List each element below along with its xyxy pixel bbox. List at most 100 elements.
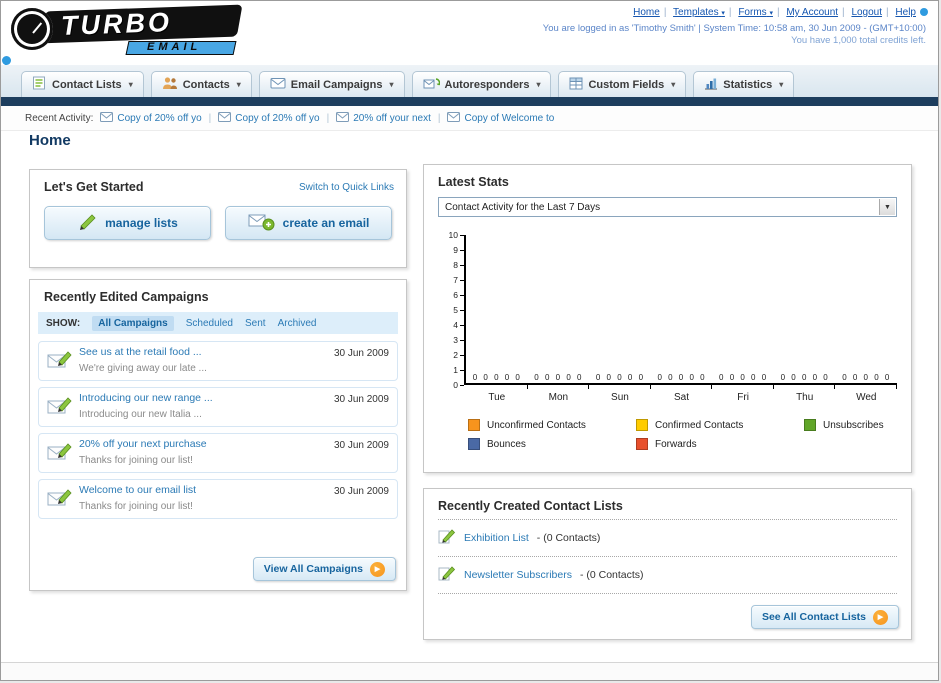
- autoresponders-icon: [423, 77, 440, 93]
- create-email-button[interactable]: create an email: [225, 206, 392, 240]
- view-all-campaigns-button[interactable]: View All Campaigns ▶: [252, 557, 396, 581]
- contact-list-item[interactable]: Newsletter Subscribers - (0 Contacts): [438, 557, 897, 594]
- recent-activity-link[interactable]: Copy of 20% off yo: [117, 113, 201, 124]
- chart-bar-group: 0 0 0 0 0: [466, 235, 528, 383]
- nav-link-my-account[interactable]: My Account: [786, 7, 838, 18]
- campaign-edit-icon: [47, 440, 79, 467]
- campaign-list: See us at the retail food ... We're givi…: [38, 341, 398, 519]
- chart-y-tick: 9: [453, 245, 464, 255]
- nav-link-forms[interactable]: Forms ▾: [738, 7, 773, 18]
- stats-period-select[interactable]: Contact Activity for the Last 7 Days ▼: [438, 197, 897, 217]
- chevron-down-icon: ▾: [769, 10, 773, 17]
- chart-x-ticks: [466, 385, 898, 389]
- chart-x-label: Wed: [856, 392, 877, 403]
- filter-archived[interactable]: Archived: [278, 318, 317, 329]
- chart-y-tick: 2: [453, 350, 464, 360]
- campaign-list-item[interactable]: See us at the retail food ... We're givi…: [38, 341, 398, 381]
- contact-list-item[interactable]: Exhibition List - (0 Contacts): [438, 520, 897, 557]
- chart-bar-group: 0 0 0 0 0: [712, 235, 774, 383]
- chart-x-labels: Tue Mon Sun Sat Fri Thu Wed: [466, 392, 897, 403]
- chevron-down-icon: ▼: [879, 199, 895, 215]
- chart-y-tick: 1: [453, 365, 464, 375]
- tab-label: Email Campaigns: [290, 78, 383, 91]
- tab-label: Contacts: [182, 78, 230, 91]
- recent-activity-item[interactable]: Copy of 20% off yo: [218, 111, 320, 125]
- campaign-edit-icon: [47, 394, 79, 421]
- recent-activity-link[interactable]: Copy of Welcome to: [464, 113, 554, 124]
- filter-all-campaigns[interactable]: All Campaigns: [92, 315, 174, 331]
- manage-lists-button[interactable]: manage lists: [44, 206, 211, 240]
- chart-x-label: Sun: [611, 392, 629, 403]
- chart-x-label: Mon: [548, 392, 569, 403]
- header: TURBO EMAIL Home | Templates ▾ | Forms ▾ | …: [1, 1, 938, 108]
- contact-lists-panel: Recently Created Contact Lists Exhibitio…: [423, 488, 912, 640]
- legend-item: Unsubscribes: [804, 419, 897, 431]
- nav-link-templates[interactable]: Templates ▾: [673, 7, 725, 18]
- chart-x-label: Tue: [488, 392, 506, 403]
- arrow-icon: ▶: [370, 561, 385, 577]
- chart-y-tick: 7: [453, 275, 464, 285]
- tab-contact-lists[interactable]: Contact Lists ▾: [21, 71, 144, 97]
- switch-quick-links-link[interactable]: Switch to Quick Links: [299, 182, 394, 193]
- tab-label: Statistics: [723, 78, 773, 91]
- chevron-down-icon: ▾: [721, 10, 725, 17]
- tab-statistics[interactable]: Statistics ▾: [693, 71, 795, 97]
- chart-x-label: Sat: [674, 392, 690, 403]
- login-status: You are logged in as 'Timothy Smith' | S…: [542, 23, 926, 34]
- credits-status: You have 1,000 total credits left.: [791, 35, 926, 46]
- chart-y-tick: 5: [453, 305, 464, 315]
- recent-activity-item[interactable]: Copy of 20% off yo: [100, 111, 202, 125]
- envelope-icon: [218, 111, 232, 125]
- nav-link-home[interactable]: Home: [633, 7, 660, 18]
- campaign-list-item[interactable]: 20% off your next purchase Thanks for jo…: [38, 433, 398, 473]
- campaign-title-link[interactable]: Introducing our new range ...: [79, 392, 334, 404]
- campaign-subtitle: Thanks for joining our list!: [79, 501, 193, 512]
- tab-label: Autoresponders: [444, 78, 530, 91]
- campaigns-title: Recently Edited Campaigns: [44, 290, 209, 304]
- chevron-down-icon: ▾: [536, 80, 541, 89]
- chart-y-tick: 10: [449, 230, 464, 240]
- envelope-icon: [447, 111, 461, 125]
- chart-x-tick: [466, 385, 528, 389]
- recent-activity-item[interactable]: Copy of Welcome to: [447, 111, 554, 125]
- recent-activity-link[interactable]: Copy of 20% off yo: [235, 113, 319, 124]
- chart-value-labels: 0 0 0 0 0: [780, 373, 829, 382]
- contacts-icon: [162, 76, 178, 93]
- tab-custom-fields[interactable]: Custom Fields ▾: [558, 71, 687, 97]
- chart-value-labels: 0 0 0 0 0: [657, 373, 706, 382]
- recent-activity-link[interactable]: 20% off your next: [353, 113, 431, 124]
- campaign-list-item[interactable]: Introducing our new range ... Introducin…: [38, 387, 398, 427]
- see-all-contact-lists-button[interactable]: See All Contact Lists ▶: [750, 605, 899, 629]
- nav-link-help[interactable]: Help: [895, 7, 916, 18]
- campaign-title-link[interactable]: See us at the retail food ...: [79, 346, 334, 358]
- legend-item: Bounces: [468, 438, 636, 450]
- contact-list-detail: - (0 Contacts): [579, 568, 644, 581]
- contact-list-link[interactable]: Newsletter Subscribers: [464, 569, 572, 581]
- campaign-title-link[interactable]: Welcome to our email list: [79, 484, 334, 496]
- contact-list-link[interactable]: Exhibition List: [464, 532, 529, 544]
- app-window: TURBO EMAIL Home | Templates ▾ | Forms ▾ | …: [0, 0, 939, 681]
- tab-autoresponders[interactable]: Autoresponders ▾: [411, 71, 552, 97]
- logo-subtitle: EMAIL: [147, 41, 202, 53]
- chevron-down-icon: ▾: [389, 80, 394, 89]
- envelope-icon: [336, 111, 350, 125]
- page-footer: [1, 662, 938, 680]
- campaign-title-link[interactable]: 20% off your next purchase: [79, 438, 334, 450]
- legend-swatch: [636, 438, 648, 450]
- campaign-subtitle: Introducing our new Italia ...: [79, 409, 202, 420]
- chevron-down-icon: ▾: [128, 80, 133, 89]
- chart-x-tick: [651, 385, 713, 389]
- tab-contacts[interactable]: Contacts ▾: [150, 71, 252, 97]
- filter-scheduled[interactable]: Scheduled: [186, 318, 233, 329]
- chart-legend: Unconfirmed Contacts Confirmed Contacts Un…: [468, 419, 897, 450]
- campaign-list-item[interactable]: Welcome to our email list Thanks for joi…: [38, 479, 398, 519]
- chart-bar-group: 0 0 0 0 0: [774, 235, 836, 383]
- legend-item: Unconfirmed Contacts: [468, 419, 636, 431]
- tab-email-campaigns[interactable]: Email Campaigns ▾: [258, 71, 405, 97]
- chart-x-tick: [589, 385, 651, 389]
- filter-sent[interactable]: Sent: [245, 318, 266, 329]
- chart-bar-group: 0 0 0 0 0: [528, 235, 590, 383]
- nav-link-logout[interactable]: Logout: [851, 7, 882, 18]
- legend-label: Unsubscribes: [823, 419, 884, 431]
- recent-activity-item[interactable]: 20% off your next: [336, 111, 431, 125]
